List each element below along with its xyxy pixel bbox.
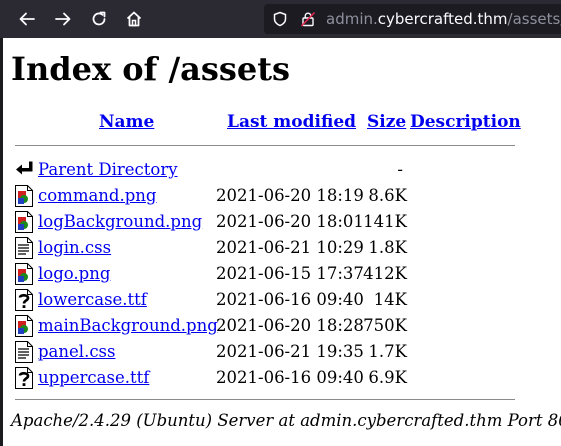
browser-toolbar: admin.cybercrafted.thm/assets/ (0, 0, 561, 38)
file-date: 2021-06-16 09:40 (216, 290, 364, 309)
file-link[interactable]: logBackground.png (38, 211, 202, 233)
column-header-size[interactable]: Size (367, 111, 406, 133)
reload-icon (92, 11, 106, 26)
text-file-icon (15, 237, 33, 259)
file-link[interactable]: lowercase.ttf (38, 289, 147, 311)
file-link[interactable]: uppercase.ttf (38, 367, 149, 389)
file-row: command.png 2021-06-20 18:19 8.6K (11, 184, 431, 208)
home-button[interactable] (122, 7, 146, 31)
unknown-file-icon (15, 367, 33, 389)
file-link[interactable]: mainBackground.png (38, 315, 218, 337)
image-file-icon (15, 315, 33, 337)
file-size: 1.7K (368, 342, 407, 361)
footer-divider (15, 399, 515, 400)
text-file-icon (15, 341, 33, 363)
file-size: 412K (363, 264, 407, 283)
back-button[interactable] (15, 7, 39, 31)
url-host: cybercrafted.thm (377, 10, 508, 28)
image-file-icon (15, 185, 33, 207)
file-size: 14K (373, 290, 407, 309)
url-path: /assets/ (507, 10, 561, 28)
file-size: 6.9K (368, 368, 407, 387)
file-row: panel.css 2021-06-21 19:35 1.7K (11, 340, 431, 364)
file-date: 2021-06-21 10:29 (216, 238, 364, 257)
column-header-last-modified[interactable]: Last modified (227, 111, 356, 133)
file-link[interactable]: panel.css (38, 341, 116, 363)
insecure-lock-icon[interactable] (300, 11, 316, 27)
file-row: logo.png 2021-06-15 17:37 412K (11, 262, 431, 286)
unknown-file-icon (15, 289, 33, 311)
file-size: 1.8K (368, 238, 407, 257)
file-link[interactable]: command.png (38, 185, 157, 207)
server-signature: Apache/2.4.29 (Ubuntu) Server at admin.c… (11, 411, 561, 430)
header-divider (15, 145, 515, 146)
file-row: mainBackground.png 2021-06-20 18:28 750K (11, 314, 431, 338)
column-header-description[interactable]: Description (410, 111, 521, 133)
arrow-right-icon (55, 12, 71, 26)
file-date: 2021-06-16 09:40 (216, 368, 364, 387)
reload-button[interactable] (87, 7, 111, 31)
url-text[interactable]: admin.cybercrafted.thm/assets/ (326, 9, 561, 29)
file-row: lowercase.ttf 2021-06-16 09:40 14K (11, 288, 431, 312)
home-icon (126, 11, 142, 27)
image-file-icon (15, 263, 33, 285)
back-icon (16, 161, 33, 175)
forward-button[interactable] (51, 7, 75, 31)
file-date: 2021-06-20 18:28 (216, 316, 364, 335)
file-link[interactable]: login.css (38, 237, 111, 259)
file-size: 141K (363, 212, 407, 231)
address-bar[interactable]: admin.cybercrafted.thm/assets/ (264, 4, 561, 34)
file-size: - (397, 160, 403, 179)
window-edge (0, 38, 3, 446)
file-size: 8.6K (368, 186, 407, 205)
parent-directory-link[interactable]: Parent Directory (38, 159, 178, 181)
column-header-name[interactable]: Name (99, 111, 154, 133)
image-file-icon (15, 211, 33, 233)
shield-icon[interactable] (272, 11, 288, 27)
arrow-left-icon (19, 12, 35, 26)
file-link[interactable]: logo.png (38, 263, 110, 285)
page-title: Index of /assets (11, 50, 291, 88)
file-row: logBackground.png 2021-06-20 18:01 141K (11, 210, 431, 234)
file-row: uppercase.ttf 2021-06-16 09:40 6.9K (11, 366, 431, 390)
url-prefix: admin. (326, 10, 378, 28)
file-date: 2021-06-20 18:01 (216, 212, 364, 231)
parent-directory-row: Parent Directory - (11, 158, 431, 182)
file-date: 2021-06-20 18:19 (216, 186, 364, 205)
file-date: 2021-06-21 19:35 (216, 342, 364, 361)
file-size: 750K (363, 316, 407, 335)
file-row: login.css 2021-06-21 10:29 1.8K (11, 236, 431, 260)
file-date: 2021-06-15 17:37 (216, 264, 364, 283)
